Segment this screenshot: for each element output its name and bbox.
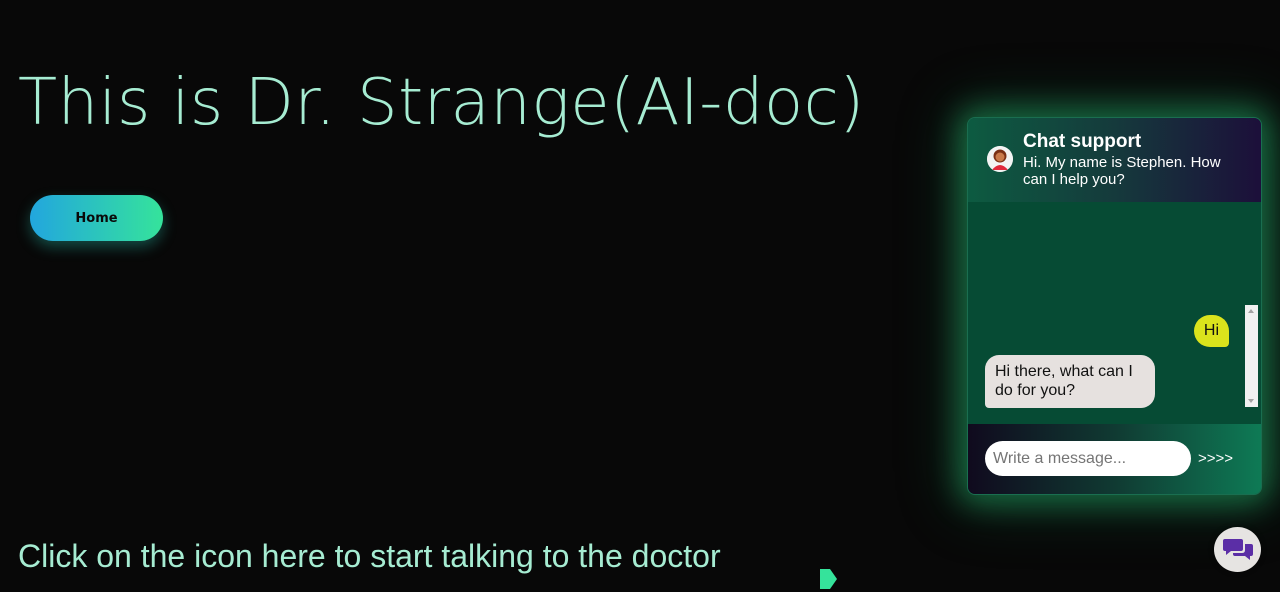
- scroll-up-arrow-icon[interactable]: [1248, 309, 1254, 313]
- send-button[interactable]: >>>>: [1198, 450, 1233, 467]
- hint-text: Click on the icon here to start talking …: [18, 538, 721, 574]
- message-scrollbar[interactable]: [1245, 305, 1258, 407]
- message-list[interactable]: Hi Hi there, what can I do for you?: [968, 202, 1261, 424]
- chat-title: Chat support: [1023, 131, 1142, 152]
- page-title: This is Dr. Strange(AI-doc): [18, 66, 865, 140]
- user-message: Hi: [1193, 315, 1229, 347]
- message-input[interactable]: [985, 441, 1191, 476]
- chat-bubbles-icon: [1223, 539, 1253, 560]
- doctor-avatar-icon: [987, 146, 1013, 172]
- chat-support-window: Chat support Hi. My name is Stephen. How…: [967, 117, 1262, 495]
- home-button[interactable]: Home: [30, 195, 163, 241]
- scroll-down-arrow-icon[interactable]: [1248, 399, 1254, 403]
- chat-launcher-button[interactable]: [1214, 527, 1261, 572]
- bot-message: Hi there, what can I do for you?: [985, 355, 1155, 408]
- chat-header: Chat support Hi. My name is Stephen. How…: [968, 118, 1261, 202]
- page: This is Dr. Strange(AI-doc) Home Click o…: [0, 0, 1280, 592]
- chat-footer: >>>>: [968, 424, 1261, 494]
- chat-subtitle: Hi. My name is Stephen. How can I help y…: [1023, 154, 1221, 188]
- play-arrow-icon[interactable]: [818, 568, 838, 590]
